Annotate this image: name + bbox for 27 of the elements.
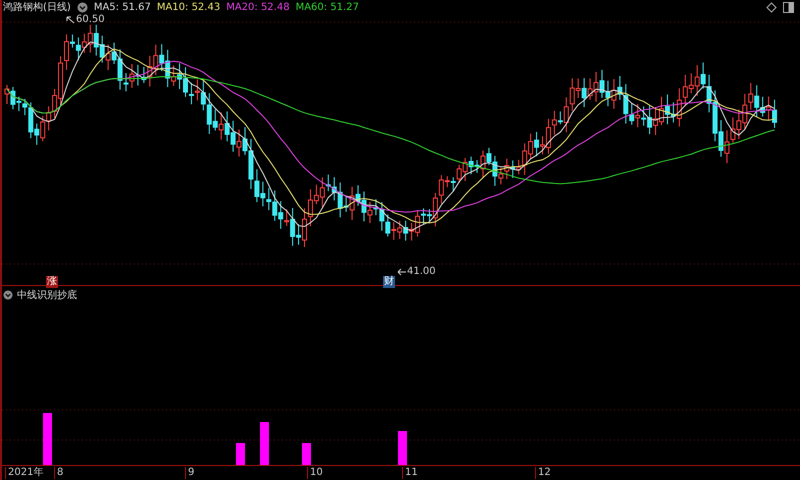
moving-average-label: MA10: 52.43 (156, 2, 220, 12)
event-badge[interactable]: 涨 (46, 276, 58, 288)
moving-average-label: MA60: 51.27 (296, 2, 359, 12)
signal-bar (236, 443, 245, 465)
chevron-icon[interactable] (3, 290, 13, 300)
event-badge[interactable]: 财 (383, 276, 395, 288)
stock-title: 鸿路钢构(日线) (3, 0, 71, 14)
low-price-marker: 41.00 (407, 266, 436, 277)
moving-average-label: MA5: 51.67 (94, 2, 151, 12)
signal-bar (43, 413, 52, 465)
signal-bar (302, 443, 311, 465)
panel-toggle-icon[interactable] (783, 2, 794, 12)
moving-average-label: MA20: 52.48 (226, 2, 290, 12)
arrow-icon (397, 268, 406, 276)
axis-label: 11 (402, 467, 418, 479)
axis-label: 10 (307, 467, 323, 479)
signal-bar (260, 422, 269, 465)
indicator-title: 中线识别抄底 (17, 288, 77, 302)
signal-bar (398, 431, 407, 465)
axis-label: 9 (185, 467, 194, 479)
diamond-icon[interactable] (766, 2, 777, 12)
high-price-marker: 60.50 (76, 14, 105, 25)
chevron-icon[interactable] (76, 2, 88, 12)
axis-label: 8 (54, 467, 64, 479)
arrow-icon (66, 16, 75, 24)
axis-label: 12 (535, 467, 551, 479)
axis-label: 2021年 (5, 467, 44, 479)
